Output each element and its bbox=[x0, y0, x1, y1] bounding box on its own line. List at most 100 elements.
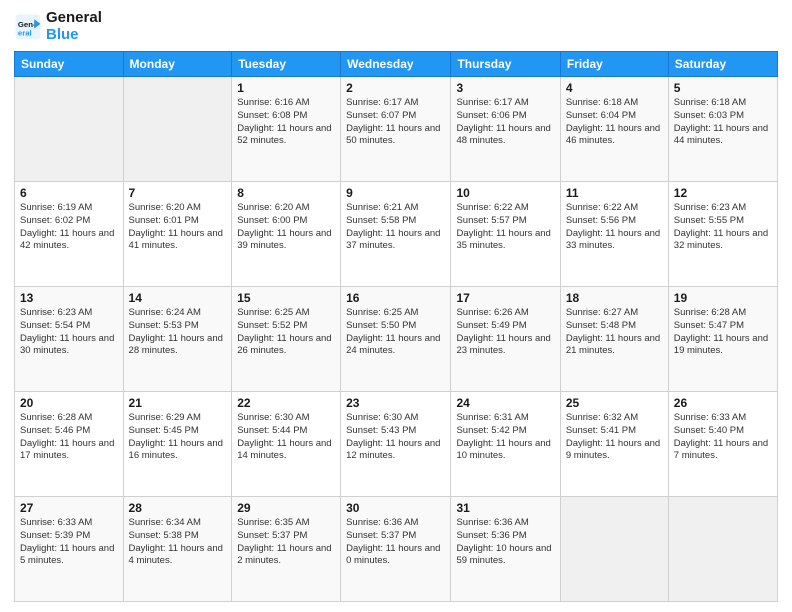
calendar-cell: 18Sunrise: 6:27 AM Sunset: 5:48 PM Dayli… bbox=[560, 287, 668, 392]
calendar-cell: 3 Sunrise: 6:17 AM Sunset: 6:06 PM Daylig… bbox=[451, 77, 560, 182]
calendar-cell: 10 Sunrise: 6:22 AM Sunset: 5:57 PM Dayli… bbox=[451, 182, 560, 287]
calendar-cell: 14 Sunrise: 6:24 AM Sunset: 5:53 PM Dayli… bbox=[123, 287, 232, 392]
calendar-cell: 25Sunrise: 6:32 AM Sunset: 5:41 PM Dayli… bbox=[560, 392, 668, 497]
day-info: Sunrise: 6:25 AM Sunset: 5:50 PM Dayligh… bbox=[346, 307, 445, 358]
calendar-cell: 22Sunrise: 6:30 AM Sunset: 5:44 PM Dayli… bbox=[232, 392, 341, 497]
calendar-cell: 27 Sunrise: 6:33 AM Sunset: 5:39 PM Dayli… bbox=[15, 497, 124, 602]
day-info: Sunrise: 6:30 AM Sunset: 5:43 PM Dayligh… bbox=[346, 412, 445, 463]
calendar-cell: 28 Sunrise: 6:34 AM Sunset: 5:38 PM Dayli… bbox=[123, 497, 232, 602]
day-info: Sunrise: 6:31 AM Sunset: 5:42 PM Dayligh… bbox=[456, 412, 554, 463]
day-info: Sunrise: 6:17 AM Sunset: 6:06 PM Dayligh… bbox=[456, 97, 554, 148]
day-number: 12 bbox=[674, 186, 772, 200]
day-number: 31 bbox=[456, 501, 554, 515]
day-number: 20 bbox=[20, 396, 118, 410]
day-number: 14 bbox=[129, 291, 227, 305]
day-number: 16 bbox=[346, 291, 445, 305]
day-number: 23 bbox=[346, 396, 445, 410]
header: Gen- eral General Blue bbox=[14, 10, 778, 43]
calendar-cell: 16 Sunrise: 6:25 AM Sunset: 5:50 PM Dayli… bbox=[341, 287, 451, 392]
svg-text:Gen-: Gen- bbox=[18, 20, 36, 29]
day-number: 17 bbox=[456, 291, 554, 305]
day-info: Sunrise: 6:20 AM Sunset: 6:00 PM Dayligh… bbox=[237, 202, 335, 253]
day-info: Sunrise: 6:36 AM Sunset: 5:36 PM Dayligh… bbox=[456, 517, 554, 568]
calendar-cell: 29 Sunrise: 6:35 AM Sunset: 5:37 PM Dayli… bbox=[232, 497, 341, 602]
calendar-cell: 6 Sunrise: 6:19 AM Sunset: 6:02 PM Daylig… bbox=[15, 182, 124, 287]
calendar-row-0: 1 Sunrise: 6:16 AM Sunset: 6:08 PM Daylig… bbox=[15, 77, 778, 182]
calendar-cell: 15 Sunrise: 6:25 AM Sunset: 5:52 PM Dayli… bbox=[232, 287, 341, 392]
svg-text:eral: eral bbox=[18, 28, 32, 37]
calendar-row-4: 27 Sunrise: 6:33 AM Sunset: 5:39 PM Dayli… bbox=[15, 497, 778, 602]
day-number: 29 bbox=[237, 501, 335, 515]
calendar-cell: 12 Sunrise: 6:23 AM Sunset: 5:55 PM Dayli… bbox=[668, 182, 777, 287]
day-number: 28 bbox=[129, 501, 227, 515]
day-info: Sunrise: 6:28 AM Sunset: 5:47 PM Dayligh… bbox=[674, 307, 772, 358]
day-number: 5 bbox=[674, 81, 772, 95]
day-number: 10 bbox=[456, 186, 554, 200]
calendar-cell: 26 Sunrise: 6:33 AM Sunset: 5:40 PM Dayli… bbox=[668, 392, 777, 497]
day-info: Sunrise: 6:26 AM Sunset: 5:49 PM Dayligh… bbox=[456, 307, 554, 358]
calendar-table: SundayMondayTuesdayWednesdayThursdayFrid… bbox=[14, 51, 778, 602]
calendar-cell: 23 Sunrise: 6:30 AM Sunset: 5:43 PM Dayli… bbox=[341, 392, 451, 497]
weekday-thursday: Thursday bbox=[451, 52, 560, 77]
day-info: Sunrise: 6:24 AM Sunset: 5:53 PM Dayligh… bbox=[129, 307, 227, 358]
day-number: 24 bbox=[456, 396, 554, 410]
day-info: Sunrise: 6:30 AM Sunset: 5:44 PM Dayligh… bbox=[237, 412, 335, 463]
calendar-row-3: 20 Sunrise: 6:28 AM Sunset: 5:46 PM Dayli… bbox=[15, 392, 778, 497]
day-info: Sunrise: 6:33 AM Sunset: 5:39 PM Dayligh… bbox=[20, 517, 118, 568]
weekday-monday: Monday bbox=[123, 52, 232, 77]
calendar-cell: 30 Sunrise: 6:36 AM Sunset: 5:37 PM Dayli… bbox=[341, 497, 451, 602]
day-number: 19 bbox=[674, 291, 772, 305]
calendar-cell: 13Sunrise: 6:23 AM Sunset: 5:54 PM Dayli… bbox=[15, 287, 124, 392]
weekday-friday: Friday bbox=[560, 52, 668, 77]
day-number: 8 bbox=[237, 186, 335, 200]
weekday-wednesday: Wednesday bbox=[341, 52, 451, 77]
calendar-row-2: 13Sunrise: 6:23 AM Sunset: 5:54 PM Dayli… bbox=[15, 287, 778, 392]
day-info: Sunrise: 6:21 AM Sunset: 5:58 PM Dayligh… bbox=[346, 202, 445, 253]
weekday-tuesday: Tuesday bbox=[232, 52, 341, 77]
day-info: Sunrise: 6:18 AM Sunset: 6:03 PM Dayligh… bbox=[674, 97, 772, 148]
day-info: Sunrise: 6:34 AM Sunset: 5:38 PM Dayligh… bbox=[129, 517, 227, 568]
logo-icon: Gen- eral bbox=[14, 13, 42, 41]
day-info: Sunrise: 6:17 AM Sunset: 6:07 PM Dayligh… bbox=[346, 97, 445, 148]
calendar-cell: 2 Sunrise: 6:17 AM Sunset: 6:07 PM Daylig… bbox=[341, 77, 451, 182]
day-info: Sunrise: 6:22 AM Sunset: 5:56 PM Dayligh… bbox=[566, 202, 663, 253]
weekday-header-row: SundayMondayTuesdayWednesdayThursdayFrid… bbox=[15, 52, 778, 77]
day-number: 27 bbox=[20, 501, 118, 515]
day-number: 4 bbox=[566, 81, 663, 95]
day-number: 18 bbox=[566, 291, 663, 305]
day-number: 2 bbox=[346, 81, 445, 95]
calendar-cell bbox=[668, 497, 777, 602]
calendar-cell bbox=[123, 77, 232, 182]
day-info: Sunrise: 6:29 AM Sunset: 5:45 PM Dayligh… bbox=[129, 412, 227, 463]
day-number: 21 bbox=[129, 396, 227, 410]
day-number: 7 bbox=[129, 186, 227, 200]
day-info: Sunrise: 6:28 AM Sunset: 5:46 PM Dayligh… bbox=[20, 412, 118, 463]
day-number: 26 bbox=[674, 396, 772, 410]
calendar-cell: 11 Sunrise: 6:22 AM Sunset: 5:56 PM Dayli… bbox=[560, 182, 668, 287]
calendar-cell: 8 Sunrise: 6:20 AM Sunset: 6:00 PM Daylig… bbox=[232, 182, 341, 287]
calendar-cell: 5 Sunrise: 6:18 AM Sunset: 6:03 PM Daylig… bbox=[668, 77, 777, 182]
day-info: Sunrise: 6:33 AM Sunset: 5:40 PM Dayligh… bbox=[674, 412, 772, 463]
page: Gen- eral General Blue SundayMondayTuesd… bbox=[0, 0, 792, 612]
day-number: 1 bbox=[237, 81, 335, 95]
day-info: Sunrise: 6:36 AM Sunset: 5:37 PM Dayligh… bbox=[346, 517, 445, 568]
day-number: 3 bbox=[456, 81, 554, 95]
calendar-cell: 31 Sunrise: 6:36 AM Sunset: 5:36 PM Dayli… bbox=[451, 497, 560, 602]
day-number: 6 bbox=[20, 186, 118, 200]
day-number: 15 bbox=[237, 291, 335, 305]
calendar-cell: 24 Sunrise: 6:31 AM Sunset: 5:42 PM Dayli… bbox=[451, 392, 560, 497]
calendar-cell: 19 Sunrise: 6:28 AM Sunset: 5:47 PM Dayli… bbox=[668, 287, 777, 392]
day-info: Sunrise: 6:35 AM Sunset: 5:37 PM Dayligh… bbox=[237, 517, 335, 568]
day-number: 11 bbox=[566, 186, 663, 200]
weekday-sunday: Sunday bbox=[15, 52, 124, 77]
calendar-cell bbox=[15, 77, 124, 182]
day-number: 9 bbox=[346, 186, 445, 200]
logo-text: General Blue bbox=[46, 10, 102, 43]
day-info: Sunrise: 6:23 AM Sunset: 5:55 PM Dayligh… bbox=[674, 202, 772, 253]
day-info: Sunrise: 6:16 AM Sunset: 6:08 PM Dayligh… bbox=[237, 97, 335, 148]
calendar-cell: 20 Sunrise: 6:28 AM Sunset: 5:46 PM Dayli… bbox=[15, 392, 124, 497]
day-number: 30 bbox=[346, 501, 445, 515]
day-info: Sunrise: 6:19 AM Sunset: 6:02 PM Dayligh… bbox=[20, 202, 118, 253]
day-info: Sunrise: 6:25 AM Sunset: 5:52 PM Dayligh… bbox=[237, 307, 335, 358]
day-info: Sunrise: 6:22 AM Sunset: 5:57 PM Dayligh… bbox=[456, 202, 554, 253]
